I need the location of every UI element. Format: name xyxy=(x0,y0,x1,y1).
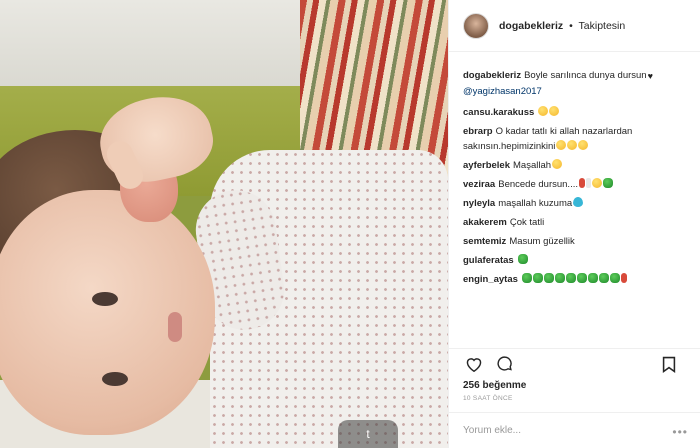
comment-item: engin_aytas xyxy=(463,272,686,287)
rose-emoji-icon xyxy=(620,273,627,283)
comment-text: Maşallah xyxy=(513,160,552,171)
photo-mouth xyxy=(168,312,182,342)
header-username[interactable]: dogabekleriz xyxy=(499,20,563,32)
smiley-emoji-icon xyxy=(549,106,560,116)
post-header: dogabekleriz • Takiptesin xyxy=(449,0,700,52)
comment-input[interactable] xyxy=(463,425,663,436)
instagram-post: t dogabekleriz • Takiptesin dogabekleriz… xyxy=(0,0,700,448)
post-photo[interactable]: t xyxy=(0,0,448,448)
black-heart-icon: ♥ xyxy=(647,71,653,81)
clover-emoji-icon xyxy=(598,273,609,283)
comment-text: maşallah kuzuma xyxy=(498,198,573,209)
clover-emoji-icon xyxy=(609,273,620,283)
comment-username[interactable]: semtemiz xyxy=(463,236,506,247)
smiley-emoji-icon xyxy=(591,178,602,188)
caption-username[interactable]: dogabekleriz xyxy=(463,70,521,81)
comment-username[interactable]: cansu.karakuss xyxy=(463,107,534,118)
post-side-panel: dogabekleriz • Takiptesin dogabekleriz Bo… xyxy=(448,0,700,448)
comment-username[interactable]: ebrarp xyxy=(463,126,493,137)
comment-username[interactable]: veziraa xyxy=(463,179,495,190)
caption-mention[interactable]: @yagizhasan2017 xyxy=(463,86,542,97)
avatar[interactable] xyxy=(463,12,489,39)
follow-status[interactable]: Takiptesin xyxy=(579,20,626,32)
clover-emoji-icon xyxy=(602,178,613,188)
smiley-emoji-icon xyxy=(552,159,563,169)
comment-item: ebrarp O kadar tatlı ki allah nazarlardan… xyxy=(463,124,686,154)
clover-emoji-icon xyxy=(543,273,554,283)
photo-eye xyxy=(92,292,118,306)
more-options-icon[interactable]: ••• xyxy=(672,425,688,439)
comment-item: cansu.karakuss xyxy=(463,105,686,120)
comment-username[interactable]: ayferbelek xyxy=(463,160,510,171)
header-separator: • xyxy=(569,19,573,32)
smiley-emoji-icon xyxy=(556,140,567,150)
smiley-emoji-icon xyxy=(578,140,589,150)
header-text: dogabekleriz • Takiptesin xyxy=(499,20,625,32)
comment-item: veziraa Bencede dursun.... xyxy=(463,177,686,192)
comment-text: Masum güzellik xyxy=(509,236,575,247)
clover-emoji-icon xyxy=(554,273,565,283)
smiley-emoji-icon xyxy=(538,106,549,116)
action-bar xyxy=(449,348,700,378)
comment-username[interactable]: engin_aytas xyxy=(463,274,518,285)
comment-item: akakerem Çok tatli xyxy=(463,215,686,230)
clover-emoji-icon xyxy=(517,254,528,264)
comment-item: gulaferatas xyxy=(463,253,686,268)
heart-icon[interactable] xyxy=(463,353,485,375)
clover-emoji-icon xyxy=(576,273,587,283)
bottle-emoji-icon xyxy=(585,178,591,188)
comment-username[interactable]: akakerem xyxy=(463,217,507,228)
clover-emoji-icon xyxy=(521,273,532,283)
add-comment-bar: ••• xyxy=(449,412,700,448)
photo-face xyxy=(0,190,215,435)
caption-text: Boyle sarılınca dunya dursun xyxy=(524,70,647,81)
bookmark-icon[interactable] xyxy=(658,353,680,375)
caption: dogabekleriz Boyle sarılınca dunya dursun… xyxy=(463,68,686,99)
comment-text: Çok tatli xyxy=(509,217,545,228)
watermark: t xyxy=(338,420,398,448)
comments-list: dogabekleriz Boyle sarılınca dunya dursun… xyxy=(449,52,700,348)
photo-eye xyxy=(102,372,128,386)
comment-icon[interactable] xyxy=(493,353,515,375)
rose-emoji-icon xyxy=(578,178,585,188)
comment-item: nyleyla maşallah kuzuma xyxy=(463,196,686,211)
clover-emoji-icon xyxy=(587,273,598,283)
comment-item: ayferbelek Maşallah xyxy=(463,158,686,173)
likes-count[interactable]: 256 beğenme xyxy=(449,378,700,391)
clover-emoji-icon xyxy=(565,273,576,283)
clover-emoji-icon xyxy=(532,273,543,283)
comment-text: Bencede dursun.... xyxy=(498,179,578,190)
comment-item: semtemiz Masum güzellik xyxy=(463,234,686,249)
timestamp: 10 SAAT ÖNCE xyxy=(463,395,513,402)
blue-heart-emoji-icon xyxy=(573,197,584,207)
smiley-emoji-icon xyxy=(567,140,578,150)
photo-wall xyxy=(0,0,330,92)
comment-container: cansu.karakuss ebrarp O kadar tatlı ki all… xyxy=(463,105,686,287)
comment-username[interactable]: nyleyla xyxy=(463,198,495,209)
comment-username[interactable]: gulaferatas xyxy=(463,255,514,266)
